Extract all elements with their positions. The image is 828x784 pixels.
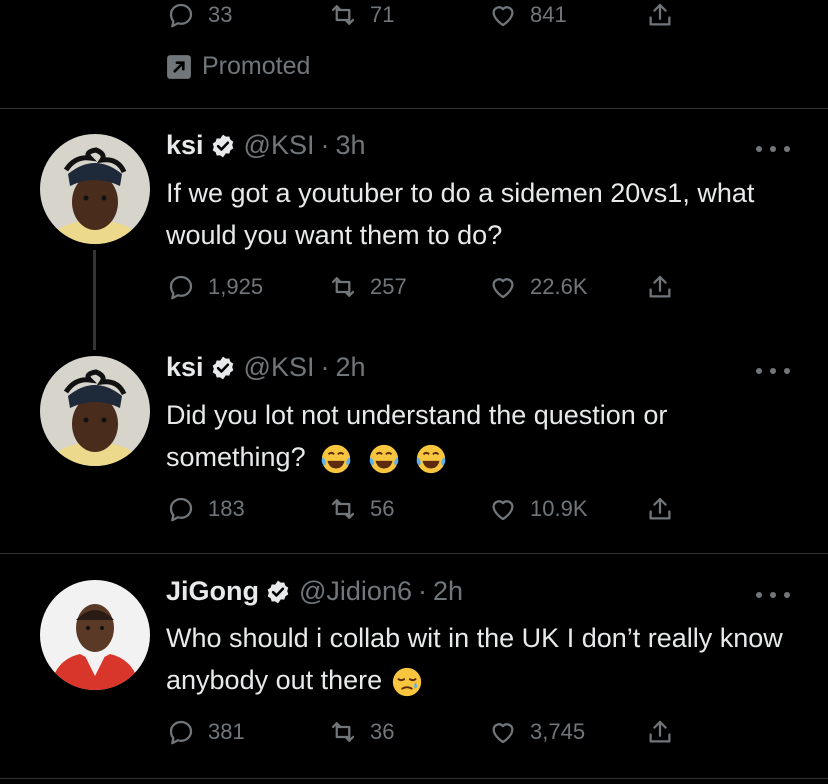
retweet-icon: [331, 5, 355, 25]
more-dot-icon: [784, 592, 790, 598]
retweet-count: 36: [370, 719, 395, 744]
promoted-tweet-actions: 33 71 841: [0, 0, 828, 40]
face-with-tears-of-joy-icon: [369, 444, 398, 474]
tweet-text: If we got a youtuber to do a sidemen 20v…: [166, 178, 755, 250]
tweet-text: Who should i collab wit in the UK I don’…: [166, 623, 783, 695]
retweet-icon: [331, 722, 355, 742]
retweet-icon: [331, 277, 355, 297]
avatar-jigong[interactable]: [40, 580, 150, 690]
reply-button[interactable]: 1,925: [166, 272, 263, 302]
reply-count: 33: [208, 2, 233, 27]
heart-icon: [492, 500, 514, 521]
more-dot-icon: [784, 146, 790, 152]
share-icon: [649, 497, 671, 520]
divider: [0, 553, 828, 554]
reply-button[interactable]: 33: [166, 0, 232, 30]
heart-icon: [492, 6, 514, 27]
display-name[interactable]: ksi: [166, 130, 204, 161]
tweet-header: ksi @KSI · 3h: [166, 130, 366, 161]
reply-icon: [169, 720, 193, 745]
more-dot-icon: [770, 146, 776, 152]
reply-icon: [169, 3, 193, 28]
reply-icon: [169, 497, 193, 522]
verified-badge-icon: [212, 134, 233, 157]
avatar-ksi[interactable]: [40, 356, 150, 466]
more-options-button[interactable]: [756, 590, 790, 600]
more-dot-icon: [784, 368, 790, 374]
ksi-profile-photo: [40, 356, 150, 466]
share-button[interactable]: [645, 494, 675, 524]
like-count: 22.6K: [530, 274, 588, 299]
like-button[interactable]: 10.9K: [488, 494, 588, 524]
handle[interactable]: @Jidion6: [299, 576, 412, 607]
tweet-body: Who should i collab wit in the UK I don’…: [166, 617, 796, 701]
retweet-count: 257: [370, 274, 407, 299]
ksi-profile-photo: [40, 134, 150, 244]
retweet-count: 71: [370, 2, 395, 27]
retweet-button[interactable]: 257: [328, 272, 407, 302]
avatar-ksi[interactable]: [40, 134, 150, 244]
timestamp[interactable]: 2h: [335, 352, 365, 383]
retweet-icon: [331, 499, 355, 519]
reply-count: 183: [208, 496, 245, 521]
share-button[interactable]: [645, 0, 675, 30]
share-icon: [649, 275, 671, 298]
divider: [0, 108, 828, 109]
reply-button[interactable]: 183: [166, 494, 245, 524]
promoted-label: Promoted: [166, 52, 310, 81]
promoted-icon: [167, 54, 191, 79]
sleepy-face-icon: [392, 667, 421, 697]
like-button[interactable]: 22.6K: [488, 272, 588, 302]
timestamp[interactable]: 3h: [335, 130, 365, 161]
more-options-button[interactable]: [756, 366, 790, 376]
verified-badge-icon: [212, 356, 233, 379]
verified-badge-icon: [267, 580, 289, 603]
face-with-tears-of-joy-icon: [321, 444, 351, 474]
more-options-button[interactable]: [756, 144, 790, 154]
like-count: 10.9K: [530, 496, 588, 521]
tweet-body: Did you lot not understand the question …: [166, 394, 796, 478]
more-dot-icon: [770, 592, 776, 598]
share-button[interactable]: [645, 272, 675, 302]
like-count: 841: [530, 2, 567, 27]
retweet-count: 56: [370, 496, 395, 521]
tweet-header: ksi @KSI · 2h: [166, 352, 366, 383]
tweet-actions: 1,925 257 22.6K: [0, 272, 828, 312]
share-icon: [649, 3, 671, 26]
divider: [0, 778, 828, 779]
reply-count: 381: [208, 719, 245, 744]
retweet-button[interactable]: 36: [328, 717, 394, 747]
separator-dot: ·: [320, 352, 330, 382]
more-dot-icon: [756, 146, 762, 152]
timestamp[interactable]: 2h: [433, 576, 463, 607]
tweet-header: JiGong @Jidion6 · 2h: [166, 576, 463, 607]
like-button[interactable]: 3,745: [488, 717, 585, 747]
separator-dot: ·: [320, 130, 330, 160]
share-button[interactable]: [645, 717, 675, 747]
jigong-profile-photo: [40, 580, 150, 690]
more-dot-icon: [756, 592, 762, 598]
tweet-actions: 183 56 10.9K: [0, 494, 828, 534]
tweet-actions: 381 36 3,745: [0, 717, 828, 757]
like-count: 3,745: [530, 719, 586, 744]
heart-icon: [492, 278, 514, 299]
retweet-button[interactable]: 71: [328, 0, 394, 30]
more-dot-icon: [770, 368, 776, 374]
like-button[interactable]: 841: [488, 0, 567, 30]
handle[interactable]: @KSI: [244, 130, 315, 161]
retweet-button[interactable]: 56: [328, 494, 394, 524]
separator-dot: ·: [417, 576, 427, 606]
share-icon: [649, 720, 671, 743]
face-with-tears-of-joy-icon: [416, 444, 446, 474]
reply-button[interactable]: 381: [166, 717, 245, 747]
reply-count: 1,925: [208, 274, 264, 299]
handle[interactable]: @KSI: [244, 352, 315, 383]
heart-icon: [492, 723, 514, 744]
more-dot-icon: [756, 368, 762, 374]
display-name[interactable]: ksi: [166, 352, 204, 383]
display-name[interactable]: JiGong: [166, 576, 259, 607]
reply-icon: [169, 275, 193, 300]
